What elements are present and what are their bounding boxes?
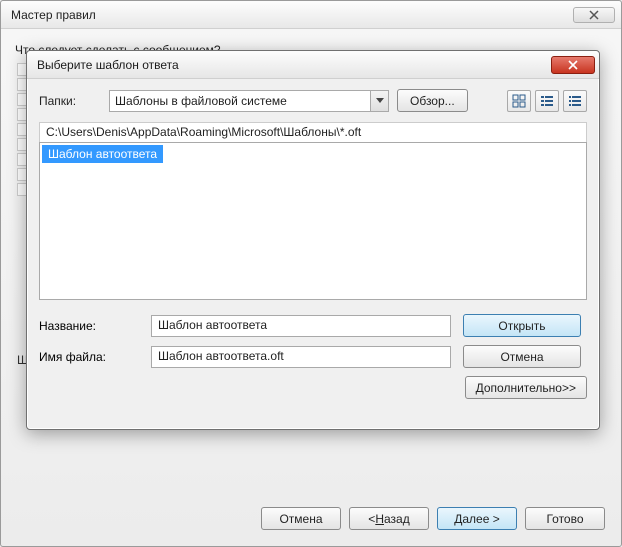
cancel-button[interactable]: Отмена [261, 507, 341, 530]
folders-combo[interactable]: Шаблоны в файловой системе [109, 90, 389, 112]
dialog-close-button[interactable] [551, 56, 595, 74]
file-list[interactable]: Шаблон автоответа [39, 142, 587, 300]
next-letter: Д [454, 512, 462, 526]
close-icon [568, 60, 578, 70]
file-item-selected[interactable]: Шаблон автоответа [42, 145, 163, 163]
view-toggle-group [507, 90, 587, 112]
list-icon [540, 94, 554, 108]
folders-label: Папки: [39, 94, 101, 108]
folders-combo-value: Шаблоны в файловой системе [115, 94, 287, 108]
more-button[interactable]: Дополнительно>> [465, 376, 587, 399]
browse-label: Обзор... [410, 94, 455, 108]
folders-row: Папки: Шаблоны в файловой системе Обзор.… [39, 89, 587, 112]
name-label: Название: [39, 319, 139, 333]
dialog-body: Папки: Шаблоны в файловой системе Обзор.… [27, 79, 599, 411]
name-input[interactable]: Шаблон автоответа [151, 315, 451, 337]
back-button[interactable]: < Назад [349, 507, 429, 530]
back-rest: азад [384, 512, 410, 526]
cancel-label: Отмена [279, 512, 322, 526]
view-large-icons-button[interactable] [507, 90, 531, 112]
filename-input[interactable]: Шаблон автоответа.oft [151, 346, 451, 368]
filename-value: Шаблон автоответа.oft [158, 349, 284, 363]
next-button[interactable]: Далее > [437, 507, 517, 530]
more-row: Дополнительно>> [39, 376, 587, 399]
back-prefix: < [368, 512, 375, 526]
open-label: Открыть [498, 319, 545, 333]
close-icon [589, 10, 599, 20]
dialog-titlebar: Выберите шаблон ответа [27, 51, 599, 79]
view-details-button[interactable] [563, 90, 587, 112]
wizard-footer: Отмена < Назад Далее > Готово [261, 507, 605, 530]
folders-combo-dropdown[interactable] [370, 91, 388, 111]
filename-label: Имя файла: [39, 350, 139, 364]
wizard-close-button[interactable] [573, 7, 615, 23]
more-label: Дополнительно>> [476, 381, 576, 395]
details-icon [568, 94, 582, 108]
view-list-button[interactable] [535, 90, 559, 112]
dialog-cancel-button[interactable]: Отмена [463, 345, 581, 368]
wizard-titlebar: Мастер правил [1, 1, 621, 29]
next-rest: алее > [462, 512, 499, 526]
template-dialog: Выберите шаблон ответа Папки: Шаблоны в … [26, 50, 600, 430]
finish-label: Готово [546, 512, 583, 526]
wizard-title: Мастер правил [11, 8, 96, 22]
dialog-title: Выберите шаблон ответа [37, 58, 179, 72]
large-icons-icon [512, 94, 526, 108]
path-bar: C:\Users\Denis\AppData\Roaming\Microsoft… [39, 122, 587, 142]
name-value: Шаблон автоответа [158, 318, 267, 332]
finish-button[interactable]: Готово [525, 507, 605, 530]
browse-button[interactable]: Обзор... [397, 89, 468, 112]
open-button[interactable]: Открыть [463, 314, 581, 337]
back-letter: Н [375, 512, 384, 526]
lower-grid: Название: Шаблон автоответа Открыть Имя … [39, 314, 587, 368]
dialog-cancel-label: Отмена [500, 350, 543, 364]
chevron-down-icon [376, 98, 384, 104]
